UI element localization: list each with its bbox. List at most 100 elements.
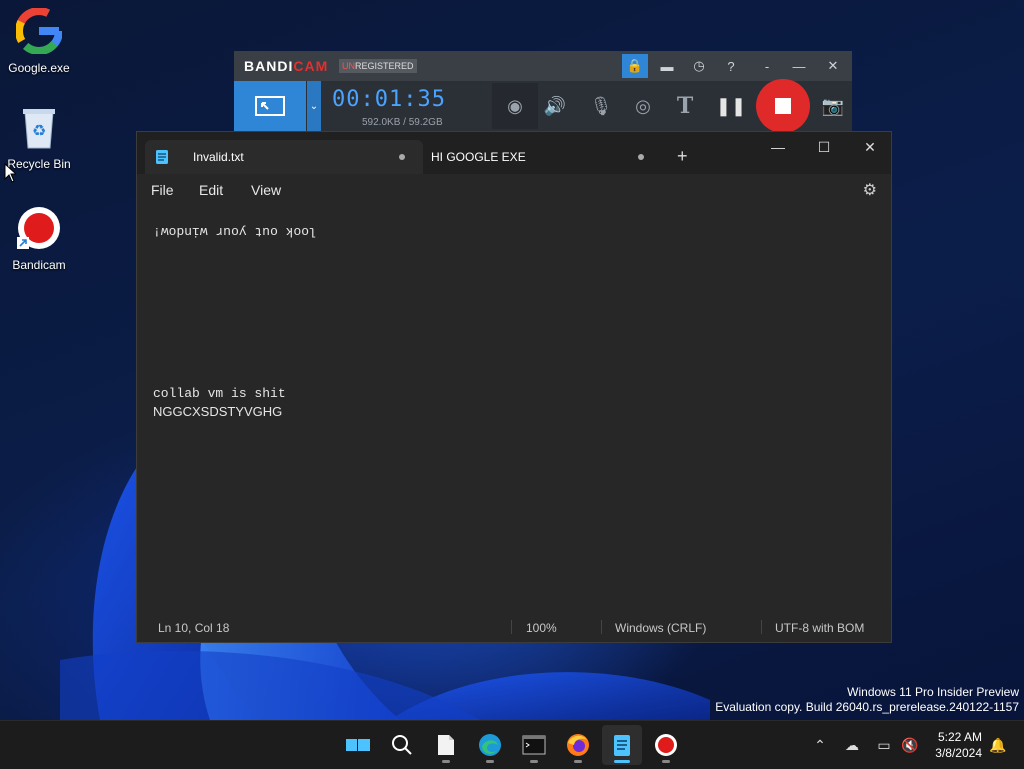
start-button[interactable] [338,725,378,765]
editor-line: collab vm is shit [153,386,286,401]
mini-mode-button[interactable]: - [754,54,780,78]
notepad-title-bar[interactable]: Invalid.txt HI GOOGLE EXE + — ☐ ✕ [137,132,891,174]
microphone-button[interactable]: 🎙 [584,89,618,123]
desktop-icon-recycle-bin[interactable]: ♻ Recycle Bin [1,106,77,171]
running-indicator [662,760,670,763]
volume-muted-icon: 🔇 [901,736,919,753]
notepad-icon [614,735,630,756]
taskbar-app-firefox[interactable] [558,725,598,765]
bandicam-title-bar[interactable]: BANDICAM UNREGISTERED 🔒 ▬ ◷ ? - — ✕ [234,51,852,81]
taskbar-app-edge[interactable] [470,725,510,765]
menu-view[interactable]: View [251,182,281,198]
lock-icon: 🔒 [626,58,644,73]
lock-button[interactable]: 🔒 [622,54,648,78]
clock-date: 3/8/2024 [935,746,982,760]
help-button[interactable]: ? [718,54,744,78]
network-icon: ▭ [877,736,891,753]
unsaved-dot-icon[interactable] [638,154,644,160]
terminal-icon [522,735,546,755]
tab-label: Invalid.txt [193,150,244,164]
svg-text:♻: ♻ [32,121,46,140]
taskbar-app-bandicam[interactable] [646,725,686,765]
network-tray-button[interactable]: ▭ [874,735,894,755]
microphone-icon: 🎙 [589,95,613,116]
taskbar: ⌃ ☁ ▭ 🔇 5:22 AM 3/8/2024 🔔 [0,720,1024,769]
close-icon: ✕ [827,58,839,73]
cursor-effect-icon: ◎ [635,95,651,116]
tab-hi-google-exe[interactable]: HI GOOGLE EXE [423,140,663,174]
bandicam-window: BANDICAM UNREGISTERED 🔒 ▬ ◷ ? - — ✕ ⌄ 00… [234,51,852,133]
desktop-icon-google[interactable]: Google.exe [1,7,77,75]
editor-line-upside-down: look out your window! [153,224,317,239]
minimize-button[interactable]: — [786,54,812,78]
desktop-icon-bandicam[interactable]: Bandicam [1,205,77,272]
close-button[interactable]: ✕ [820,54,846,78]
text-overlay-button[interactable]: T [668,89,702,123]
cursor-position: Ln 10, Col 18 [158,621,230,635]
show-hidden-icons-button[interactable]: ⌃ [810,735,830,755]
menu-edit[interactable]: Edit [199,182,223,198]
taskbar-app-terminal[interactable] [514,725,554,765]
edge-icon [479,734,501,756]
watermark-line: Windows 11 Pro Insider Preview [847,685,1019,699]
onedrive-tray-button[interactable]: ☁ [842,735,862,755]
file-icon [438,735,454,755]
pause-button[interactable]: ❚❚ [714,89,748,123]
status-divider [601,620,602,634]
unsaved-dot-icon[interactable] [399,154,405,160]
brand-text-red: CAM [293,58,329,74]
webcam-button[interactable]: ◉ [492,83,538,129]
taskbar-app-notepad[interactable] [602,725,642,765]
new-tab-button[interactable]: + [677,146,688,167]
firefox-icon [567,734,589,756]
tab-invalid-txt[interactable]: Invalid.txt [145,140,423,174]
timer-button[interactable]: ◷ [686,54,712,78]
volume-tray-button[interactable]: 🔇 [900,735,920,755]
unregistered-badge[interactable]: UNREGISTERED [339,59,417,73]
folder-icon: ▬ [660,58,674,74]
running-indicator [574,760,582,763]
chevron-down-icon: ⌄ [309,100,319,112]
encoding[interactable]: UTF-8 with BOM [775,621,864,635]
minimize-button[interactable]: — [755,132,801,162]
speaker-button[interactable]: 🔊 [538,89,572,123]
mouse-effect-button[interactable]: ◎ [626,89,660,123]
running-indicator [486,760,494,763]
settings-gear-icon[interactable]: ⚙ [863,180,877,200]
brand-text: BANDI [244,58,294,74]
stop-record-button[interactable] [756,79,810,133]
close-button[interactable]: ✕ [847,132,893,162]
pause-icon: ❚❚ [715,95,747,116]
maximize-icon: ☐ [817,138,831,155]
line-ending[interactable]: Windows (CRLF) [615,621,706,635]
notifications-button[interactable]: 🔔 [988,735,1008,755]
google-icon [14,7,63,55]
minimize-icon: — [792,58,806,74]
notepad-menu-bar: File Edit View ⚙ [137,174,891,206]
desktop-icon-label: Google.exe [8,61,70,75]
screenshot-button[interactable]: 📷 [816,89,850,123]
bandicam-icon [17,207,60,249]
notepad-window: Invalid.txt HI GOOGLE EXE + — ☐ ✕ File E… [136,131,892,643]
taskbar-app-file[interactable] [426,725,466,765]
chevron-up-icon: ⌃ [814,736,826,753]
badge-text: REGISTERED [355,61,414,71]
cloud-offline-icon: ☁ [845,736,859,753]
search-button[interactable] [382,725,422,765]
clock-time: 5:22 AM [937,730,982,744]
status-divider [761,620,762,634]
menu-file[interactable]: File [151,182,174,198]
stop-icon [775,98,791,114]
text-editor[interactable]: look out your window! collab vm is shit … [137,208,891,610]
zoom-level[interactable]: 100% [526,621,557,635]
running-indicator [614,760,630,763]
folder-button[interactable]: ▬ [654,54,680,78]
capture-mode-dropdown[interactable]: ⌄ [307,81,321,131]
maximize-button[interactable]: ☐ [801,132,847,162]
taskbar-clock[interactable]: 5:22 AM 3/8/2024 [935,729,982,761]
help-icon: ? [727,58,735,74]
close-icon: ✕ [864,138,876,155]
capture-mode-button[interactable] [234,81,306,131]
notification-bell-icon: 🔔 [989,736,1007,753]
webcam-icon: ◉ [507,95,523,116]
